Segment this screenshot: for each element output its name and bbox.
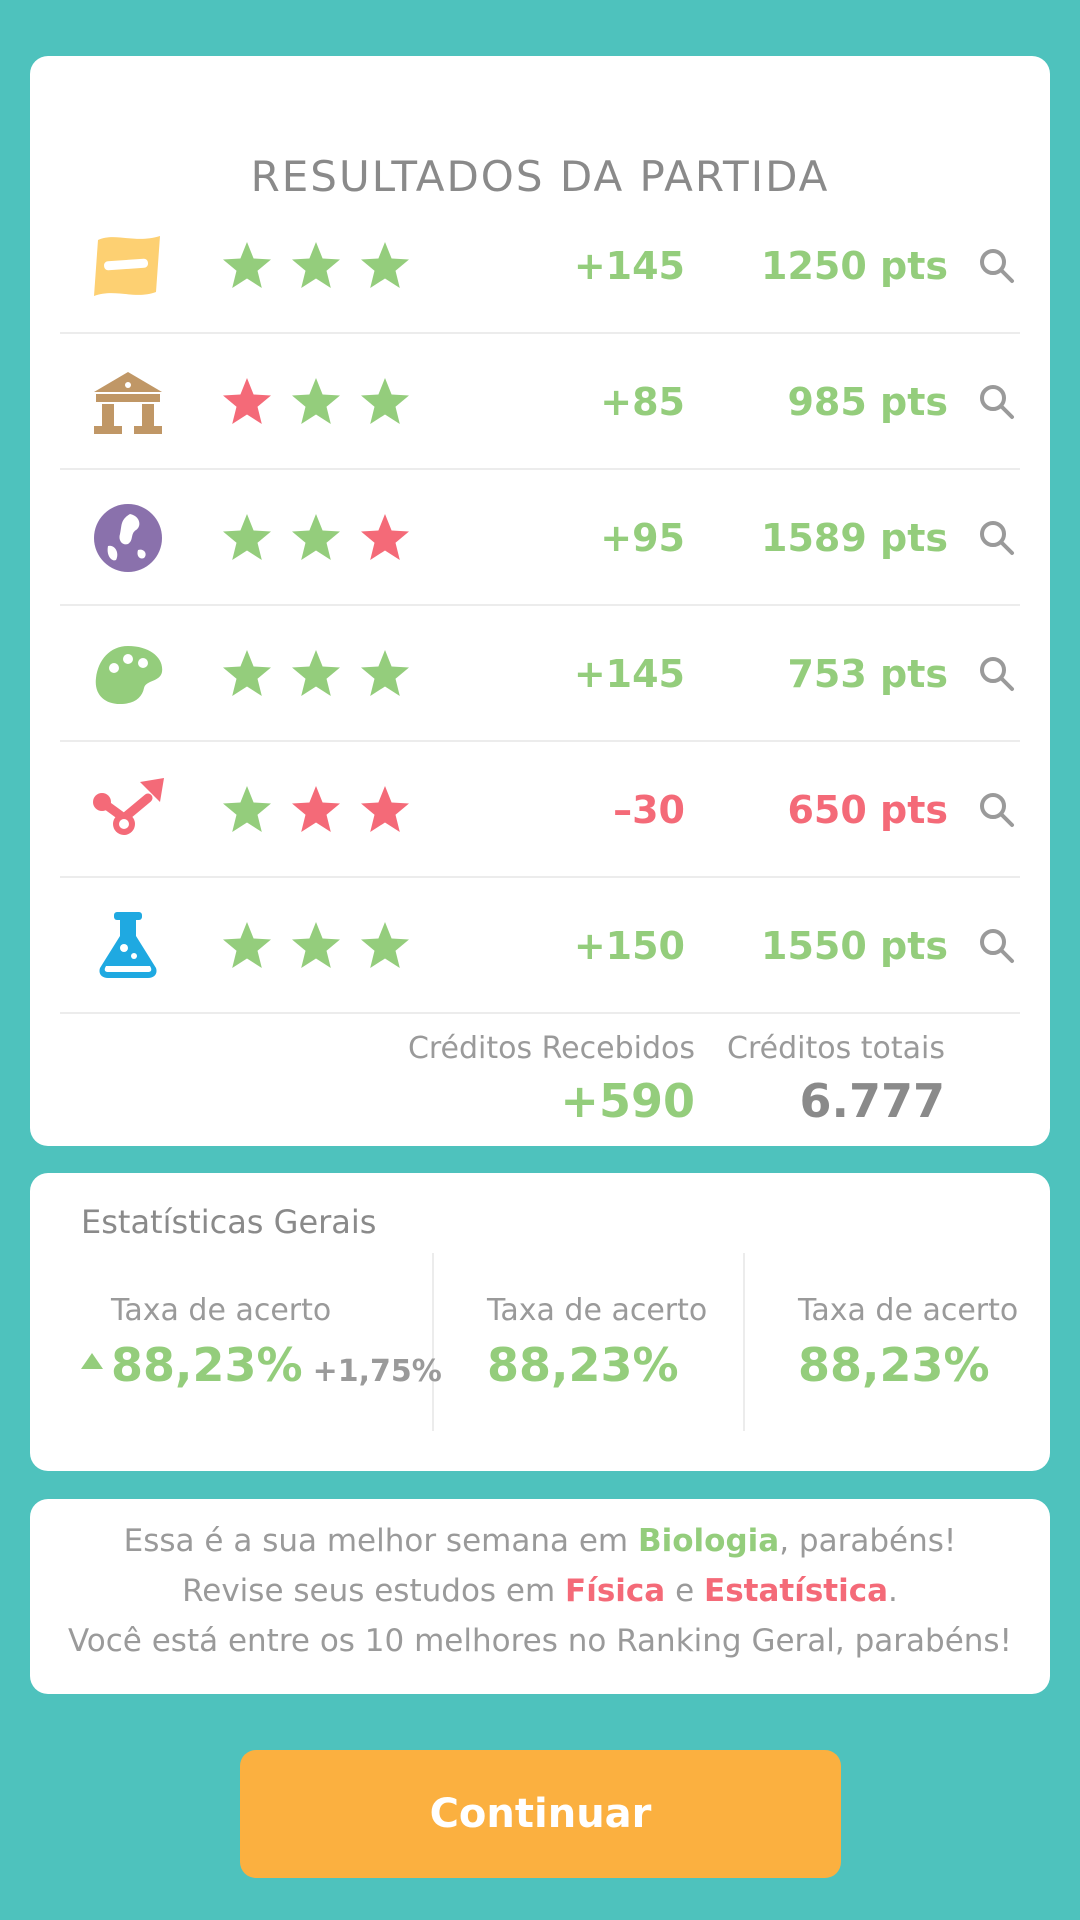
flag-icon bbox=[90, 228, 166, 304]
credits-total-label: Créditos totais bbox=[727, 1031, 945, 1066]
message-line-review: Revise seus estudos em Física e Estatíst… bbox=[182, 1573, 898, 1609]
results-title: RESULTADOS DA PARTIDA bbox=[250, 152, 830, 201]
stat-hit-rate-2: Taxa de acerto 88,23% bbox=[487, 1293, 707, 1392]
search-icon[interactable] bbox=[977, 926, 1017, 966]
star-icon bbox=[292, 242, 340, 288]
row-divider bbox=[60, 1012, 1020, 1014]
score-delta: +85 bbox=[600, 380, 685, 424]
star-icon bbox=[292, 514, 340, 560]
star-rating bbox=[220, 511, 412, 565]
flask-icon bbox=[90, 908, 166, 984]
subject-row-globe[interactable]: +95 1589 pts bbox=[60, 470, 1020, 606]
score-points: 985 pts bbox=[787, 380, 948, 424]
star-icon bbox=[223, 922, 271, 968]
star-icon bbox=[223, 786, 271, 832]
palette-icon bbox=[90, 636, 166, 712]
stat-value: 88,23% bbox=[111, 1338, 303, 1392]
star-icon bbox=[292, 922, 340, 968]
star-icon bbox=[223, 378, 271, 424]
search-icon[interactable] bbox=[977, 518, 1017, 558]
subject-row-flask[interactable]: +150 1550 pts bbox=[60, 878, 1020, 1014]
results-card: RESULTADOS DA PARTIDA +145 1250 pts +85 … bbox=[30, 56, 1050, 1146]
score-delta: +145 bbox=[573, 244, 685, 288]
stat-value: 88,23% bbox=[487, 1338, 679, 1392]
star-icon bbox=[361, 514, 409, 560]
star-icon bbox=[361, 242, 409, 288]
credits-received-value: +590 bbox=[560, 1074, 695, 1128]
stat-hit-rate-3: Taxa de acerto 88,23% bbox=[798, 1293, 1018, 1392]
star-icon bbox=[292, 650, 340, 696]
score-points: 1550 pts bbox=[761, 924, 948, 968]
search-icon[interactable] bbox=[977, 246, 1017, 286]
continue-button[interactable]: Continuar bbox=[240, 1750, 841, 1878]
score-delta: +95 bbox=[600, 516, 685, 560]
credits-received-label: Créditos Recebidos bbox=[407, 1031, 695, 1066]
star-rating bbox=[220, 919, 412, 973]
stat-label: Taxa de acerto bbox=[111, 1293, 332, 1328]
highlight-subject-biologia: Biologia bbox=[637, 1523, 780, 1559]
trend-up-icon bbox=[81, 1353, 103, 1369]
score-points: 753 pts bbox=[787, 652, 948, 696]
subject-row-temple[interactable]: +85 985 pts bbox=[60, 334, 1020, 470]
stats-title: Estatísticas Gerais bbox=[81, 1203, 377, 1241]
search-icon[interactable] bbox=[977, 382, 1017, 422]
highlight-subject-estatistica: Estatística bbox=[704, 1573, 889, 1609]
subject-row-palette[interactable]: +145 753 pts bbox=[60, 606, 1020, 742]
star-icon bbox=[223, 650, 271, 696]
star-icon bbox=[292, 378, 340, 424]
score-points: 1589 pts bbox=[761, 516, 948, 560]
temple-icon bbox=[90, 364, 166, 440]
molecule-icon bbox=[90, 772, 166, 848]
star-icon bbox=[361, 378, 409, 424]
highlight-subject-fisica: Física bbox=[565, 1573, 666, 1609]
search-icon[interactable] bbox=[977, 654, 1017, 694]
stat-label: Taxa de acerto bbox=[798, 1293, 1019, 1328]
message-line-best-week: Essa é a sua melhor semana em Biologia, … bbox=[123, 1523, 957, 1559]
score-delta: –30 bbox=[613, 788, 685, 832]
star-rating bbox=[220, 239, 412, 293]
score-delta: +145 bbox=[573, 652, 685, 696]
star-rating bbox=[220, 647, 412, 701]
stat-label: Taxa de acerto bbox=[487, 1293, 708, 1328]
star-icon bbox=[361, 786, 409, 832]
star-icon bbox=[223, 242, 271, 288]
star-icon bbox=[223, 514, 271, 560]
message-card: Essa é a sua melhor semana em Biologia, … bbox=[30, 1499, 1050, 1694]
credits-total-value: 6.777 bbox=[799, 1074, 945, 1128]
score-points: 650 pts bbox=[787, 788, 948, 832]
subject-row-molecule[interactable]: –30 650 pts bbox=[60, 742, 1020, 878]
score-delta: +150 bbox=[573, 924, 685, 968]
star-icon bbox=[361, 650, 409, 696]
stat-divider bbox=[743, 1253, 745, 1431]
globe-icon bbox=[90, 500, 166, 576]
star-icon bbox=[361, 922, 409, 968]
stat-value: 88,23% bbox=[798, 1338, 990, 1392]
message-line-ranking: Você está entre os 10 melhores no Rankin… bbox=[67, 1623, 1012, 1659]
star-rating bbox=[220, 783, 412, 837]
subject-row-flag[interactable]: +145 1250 pts bbox=[60, 198, 1020, 334]
score-points: 1250 pts bbox=[761, 244, 948, 288]
star-rating bbox=[220, 375, 412, 429]
search-icon[interactable] bbox=[977, 790, 1017, 830]
star-icon bbox=[292, 786, 340, 832]
stat-change: +1,75% bbox=[312, 1354, 442, 1389]
general-stats-card: Estatísticas Gerais Taxa de acerto 88,23… bbox=[30, 1173, 1050, 1471]
stat-hit-rate-1: Taxa de acerto 88,23% +1,75% bbox=[81, 1293, 442, 1392]
